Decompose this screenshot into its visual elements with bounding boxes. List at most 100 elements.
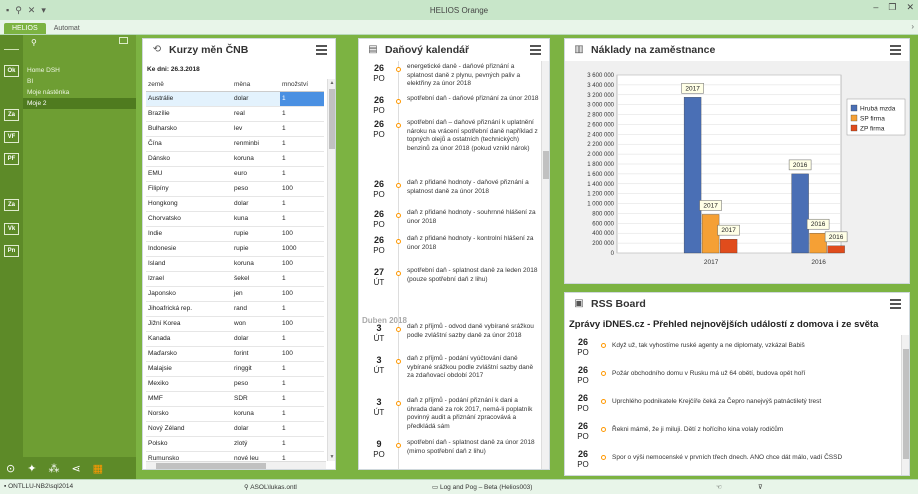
y-tick-label: 1 400 000 [587,182,614,188]
naklady-menu-icon[interactable] [890,45,901,57]
rss-menu-icon[interactable] [890,299,901,311]
cell-currency: euro [232,166,280,182]
table-row[interactable]: EMU euro 1 [146,166,324,182]
timeline-dot [396,99,401,104]
calendar-weekday: PO [373,190,385,199]
table-row[interactable]: MMF SDR 1 [146,391,324,407]
calendar-scroll-thumb[interactable] [543,151,549,179]
y-tick-label: 1 200 000 [587,192,614,198]
timeline-dot [396,443,401,448]
table-row[interactable]: Indie rupie 100 [146,226,324,242]
user-name: ASOL\lukas.ontl [250,484,297,491]
kurzy-horizontal-scrollbar[interactable] [146,461,326,469]
column-header-mnozstvi[interactable]: množství [280,79,324,92]
data-label: 2017 [721,227,736,234]
table-row[interactable]: Chorvatsko kuna 1 [146,211,324,227]
rss-panel: ▣ RSS Board Zprávy iDNES.cz - Přehled ne… [564,292,910,476]
calendar-weekday: PO [373,130,385,139]
rail-button-vk[interactable]: Vk [4,223,19,235]
calendar-day: 26 PO [369,95,389,115]
kurzy-scroll-thumb[interactable] [329,89,335,149]
cell-country: Brazílie [146,106,232,122]
bar [827,245,845,254]
nav-item-home-dsh[interactable]: Home DSH [23,65,136,76]
share-icon[interactable]: ⋖ [71,462,80,475]
calendar-weekday: PO [373,106,385,115]
rss-day: 26 PO [573,337,593,357]
cell-country: Jižní Korea [146,316,232,332]
maximize-button[interactable]: ❐ [888,2,896,13]
nav-search[interactable]: ⚲ [23,35,136,49]
filter-icon[interactable]: ⊽ [758,483,763,491]
chevron-right-icon[interactable]: › [911,22,914,31]
cell-currency: zlotý [232,436,280,452]
y-tick-label: 2 000 000 [587,152,614,158]
calendar-menu-icon[interactable] [530,45,541,57]
table-row[interactable]: Nový Zéland dolar 1 [146,421,324,437]
minimize-button[interactable]: – [873,2,878,13]
table-row[interactable]: Norsko koruna 1 [146,406,324,422]
kurzy-vertical-scrollbar[interactable]: ▲ ▼ [327,79,335,461]
table-row[interactable]: Kanada dolar 1 [146,331,324,347]
cell-amount: 1 [280,271,324,287]
rail-button-za-2[interactable]: Za [4,199,19,211]
table-row[interactable]: Bulharsko lev 1 [146,121,324,137]
table-row[interactable]: Hongkong dolar 1 [146,196,324,212]
nav-item-moje-nastenka[interactable]: Moje nástěnka [23,87,136,98]
table-row[interactable]: Dánsko koruna 1 [146,151,324,167]
nav-item-moje-2[interactable]: Moje 2 [23,98,136,109]
table-row[interactable]: Indonesie rupie 1000 [146,241,324,257]
rss-day: 26 PO [573,421,593,441]
table-row[interactable]: Jižní Korea won 100 [146,316,324,332]
rail-button-vf[interactable]: VF [4,131,19,143]
table-row[interactable]: Polsko zlotý 1 [146,436,324,452]
table-row[interactable]: Filipíny peso 100 [146,181,324,197]
rss-feed-title: Zprávy iDNES.cz - Přehled nejnovějších u… [569,319,879,330]
timeline-dot [396,401,401,406]
scroll-down-icon[interactable]: ▼ [328,453,335,461]
table-row[interactable]: Mexiko peso 1 [146,376,324,392]
data-label: 2017 [703,202,718,209]
cell-country: Hongkong [146,196,232,212]
kurzy-menu-icon[interactable] [316,45,327,57]
column-header-zeme[interactable]: země [146,79,232,92]
table-row[interactable]: Japonsko jen 100 [146,286,324,302]
y-tick-label: 3 200 000 [587,93,614,99]
calendar-vertical-scrollbar[interactable] [541,61,549,469]
cell-currency: lev [232,121,280,137]
rss-scroll-thumb[interactable] [903,349,909,459]
nav-item-bi[interactable]: BI [23,76,136,87]
bar [809,233,827,254]
rss-vertical-scrollbar[interactable] [901,335,909,475]
rss-weekday: PO [577,376,589,385]
network-icon[interactable]: ⁂ [48,462,59,475]
puzzle-icon[interactable]: ✦ [27,462,36,475]
table-row[interactable]: Austrálie dolar 1 [146,91,324,107]
db-name: Log and Pog – Beta (Helios003) [439,484,533,491]
forward-circle-icon[interactable]: ⊙ [6,462,15,475]
table-row[interactable]: Izrael šekel 1 [146,271,324,287]
scroll-up-icon[interactable]: ▲ [328,79,335,87]
grid-view-icon[interactable] [119,37,128,44]
search-icon[interactable]: ⚲ [31,38,37,47]
table-row[interactable]: Čína renminbi 1 [146,136,324,152]
table-row[interactable]: Island koruna 100 [146,256,324,272]
calendar-item-text: spotřební daň - splatnost daně za leden … [407,267,538,283]
close-button[interactable]: ✕ [906,2,914,13]
column-header-mena[interactable]: měna [232,79,280,92]
tab-helios[interactable]: HELIOS [4,23,46,34]
tab-automat[interactable]: Automat [46,23,88,34]
rss-body: Zprávy iDNES.cz - Přehled nejnovějších u… [565,315,909,475]
rail-button-ok[interactable]: Ok [4,65,19,77]
hand-icon[interactable]: ☜ [716,483,722,491]
rail-button-pn[interactable]: Pn [4,245,19,257]
cell-amount: 100 [280,316,324,332]
dashboard-grid-icon[interactable]: ▦ [93,462,103,475]
table-row[interactable]: Maďarsko forint 100 [146,346,324,362]
rail-button-za[interactable]: Za [4,109,19,121]
rail-button-pf[interactable]: PF [4,153,19,165]
table-row[interactable]: Brazílie real 1 [146,106,324,122]
table-row[interactable]: Malajsie ringgit 1 [146,361,324,377]
kurzy-hscroll-thumb[interactable] [156,463,266,469]
table-row[interactable]: Jihoafrická rep. rand 1 [146,301,324,317]
